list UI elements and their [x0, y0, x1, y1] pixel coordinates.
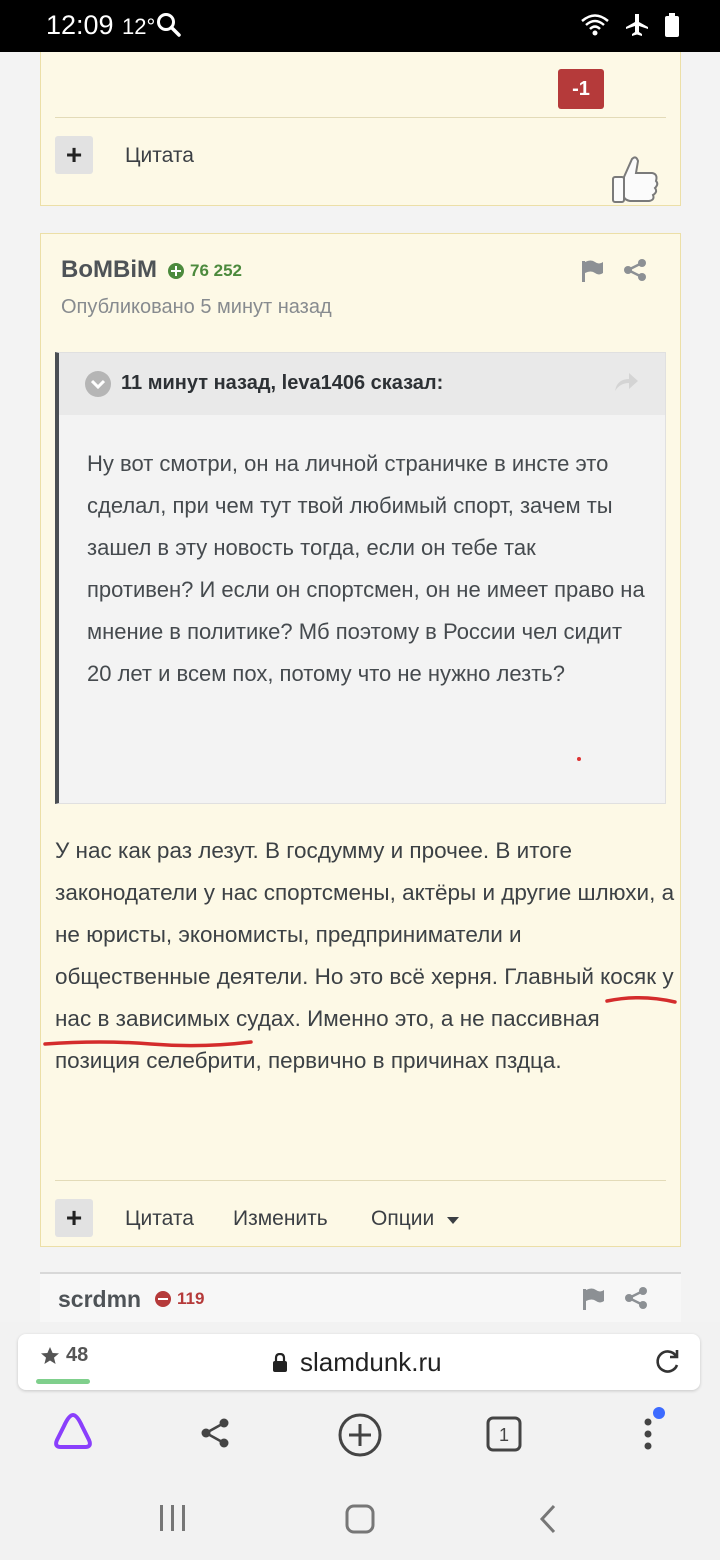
thumbs-up-icon[interactable]	[610, 153, 660, 210]
home-icon[interactable]	[344, 1504, 376, 1539]
lock-icon	[273, 1352, 287, 1372]
status-bar: 12:09 12°	[0, 0, 720, 52]
forum-page[interactable]: + Цитата -1 BoMBiM 76 252 Опубликовано 5…	[0, 52, 720, 1322]
quote-link[interactable]: Цитата	[125, 144, 194, 168]
favorites-count: 48	[66, 1344, 89, 1366]
post-footer: + Цитата	[55, 117, 666, 183]
quote-text: Ну вот смотри, он на личной страничке в …	[87, 451, 645, 686]
author-reputation: 76 252	[167, 261, 242, 281]
quote-link[interactable]: Цитата	[125, 1207, 194, 1231]
back-icon[interactable]	[538, 1504, 558, 1539]
go-to-quote-icon[interactable]	[613, 371, 639, 398]
share-icon[interactable]	[624, 1286, 648, 1315]
chevron-down-icon[interactable]	[85, 371, 111, 397]
status-temperature: 12°	[122, 14, 156, 39]
share-icon[interactable]	[623, 258, 647, 287]
url-display[interactable]: slamdunk.ru	[272, 1347, 442, 1378]
reputation-value: 119	[177, 1289, 205, 1308]
status-icons	[580, 12, 680, 43]
multiquote-plus-button[interactable]: +	[55, 136, 93, 174]
search-icon	[156, 12, 182, 43]
red-dot-mark	[577, 757, 581, 761]
forum-post-previous: + Цитата -1	[40, 52, 681, 206]
post-author[interactable]: scrdmn	[58, 1286, 141, 1313]
reload-icon[interactable]	[654, 1347, 682, 1380]
share-icon[interactable]	[198, 1416, 232, 1455]
options-menu[interactable]: Опции	[371, 1207, 460, 1231]
address-bar[interactable]: 48 slamdunk.ru	[18, 1334, 700, 1390]
edit-link[interactable]: Изменить	[233, 1207, 328, 1231]
tabs-count: 1	[499, 1425, 509, 1445]
new-tab-plus-icon[interactable]	[337, 1412, 383, 1463]
report-flag-icon[interactable]	[580, 1286, 606, 1317]
status-time: 12:09	[46, 10, 114, 40]
quote-title: 11 минут назад, leva1406 сказал:	[121, 372, 444, 394]
android-navigation-bar	[0, 1478, 720, 1560]
star-icon	[41, 1346, 59, 1364]
author-reputation: 119	[154, 1289, 204, 1309]
minus-circle-icon	[155, 1291, 171, 1307]
airplane-icon	[624, 12, 650, 43]
forum-post-next: scrdmn 119	[40, 1272, 681, 1322]
quote-header: 11 минут назад, leva1406 сказал:	[59, 353, 665, 415]
menu-more-icon[interactable]	[636, 1406, 668, 1461]
tabs-counter-icon[interactable]: 1	[486, 1416, 522, 1457]
favorites-indicator	[36, 1379, 90, 1384]
favorites-counter[interactable]: 48	[40, 1344, 88, 1367]
reputation-vote-badge: -1	[558, 69, 604, 109]
alice-assistant-icon[interactable]	[52, 1410, 94, 1457]
report-flag-icon[interactable]	[579, 258, 605, 289]
forum-post: BoMBiM 76 252 Опубликовано 5 минут назад…	[40, 233, 681, 1247]
post-footer: + Цитата Изменить Опции	[55, 1180, 666, 1246]
battery-icon	[664, 12, 680, 43]
wifi-icon	[580, 12, 610, 43]
recent-apps-icon[interactable]	[158, 1504, 188, 1537]
post-author[interactable]: BoMBiM	[61, 256, 157, 284]
options-label: Опции	[371, 1207, 435, 1230]
browser-bottom-bar: 48 slamdunk.ru 1	[0, 1322, 720, 1478]
reputation-value: 76 252	[190, 261, 242, 280]
multiquote-plus-button[interactable]: +	[55, 1199, 93, 1237]
url-text: slamdunk.ru	[300, 1347, 442, 1377]
post-body-text: У нас как раз лезут. В госдумму и прочее…	[55, 838, 675, 1073]
quote-block: 11 минут назад, leva1406 сказал: Ну вот …	[55, 352, 666, 804]
published-time: Опубликовано 5 минут назад	[61, 296, 332, 318]
caret-down-icon	[447, 1217, 460, 1224]
plus-circle-icon	[168, 263, 184, 279]
